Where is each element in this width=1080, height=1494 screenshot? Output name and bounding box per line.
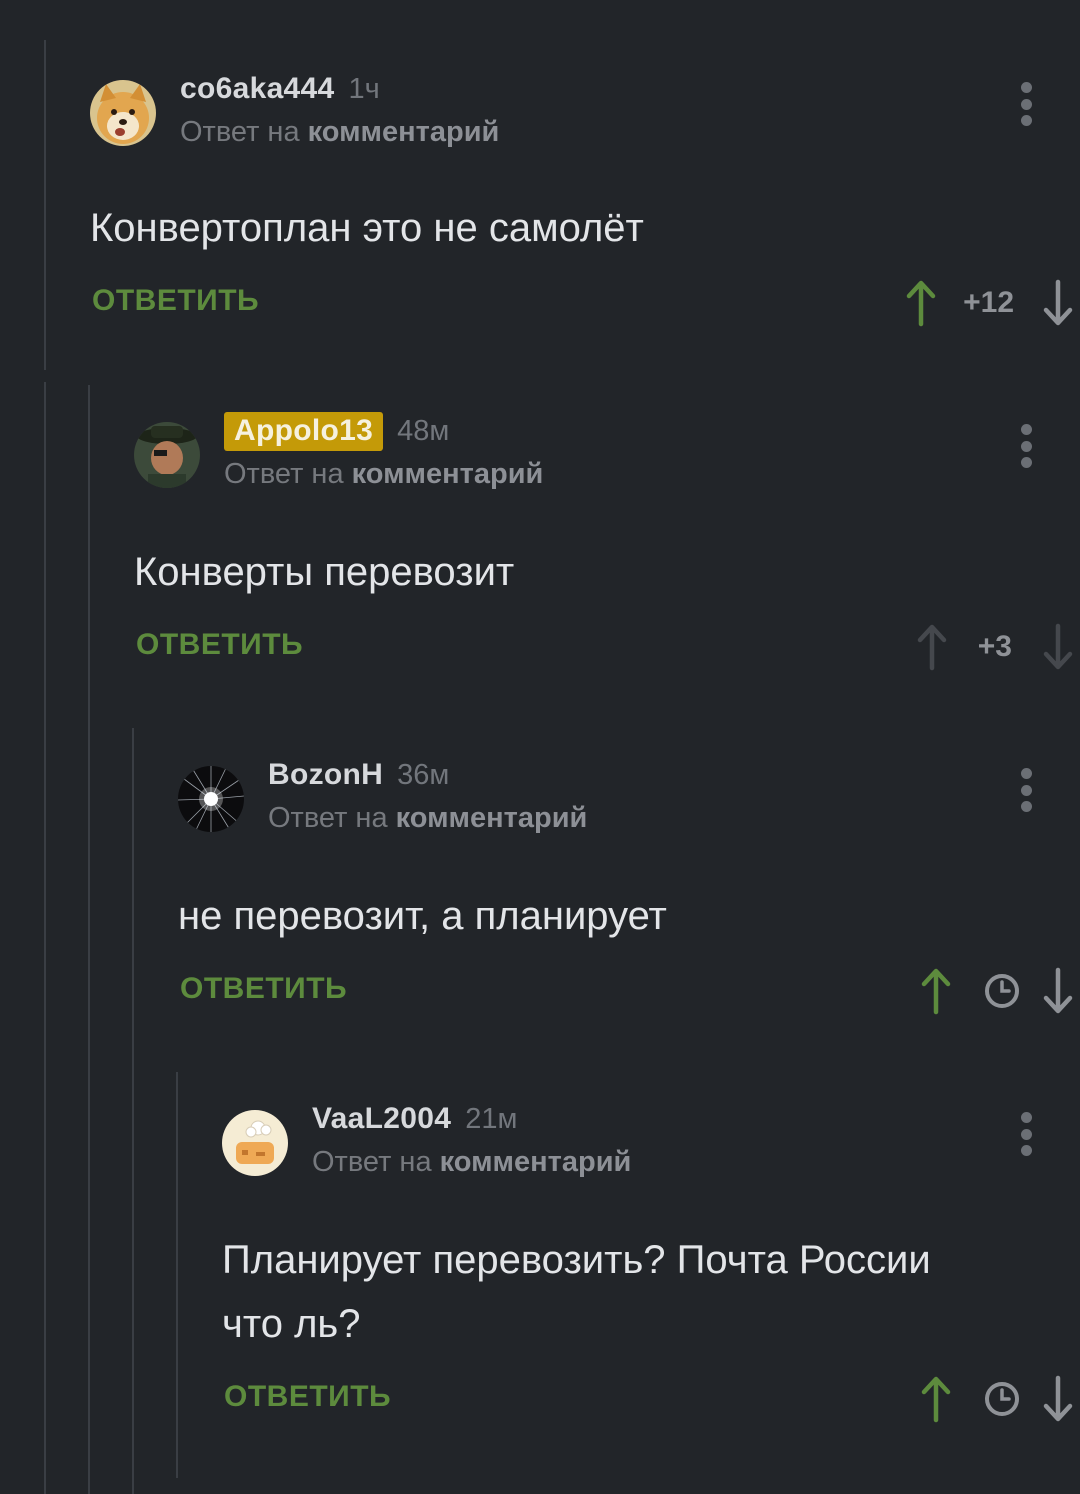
- starburst-avatar[interactable]: [178, 766, 244, 832]
- clock-icon: [985, 1382, 1019, 1416]
- cartoon-avatar[interactable]: [222, 1110, 288, 1176]
- comment-time: 36м: [397, 758, 450, 791]
- reply-to-link[interactable]: комментарий: [396, 802, 588, 834]
- upvote-arrow-icon[interactable]: [916, 1374, 956, 1424]
- reply-button[interactable]: ОТВЕТИТЬ: [180, 972, 347, 1006]
- comment-text-line: что ль?: [222, 1302, 361, 1346]
- comment: Appolo13 48м Ответ на комментарий Конвер…: [134, 411, 1080, 684]
- more-options-icon[interactable]: [1016, 82, 1036, 126]
- downvote-arrow-icon[interactable]: [1038, 1374, 1078, 1424]
- thread-line-level-1: [44, 382, 46, 1494]
- downvote-arrow-icon[interactable]: [1038, 966, 1078, 1016]
- more-options-icon[interactable]: [1016, 1112, 1036, 1156]
- comment-text: Конвертоплан это не самолёт: [90, 206, 644, 250]
- downvote-arrow-icon[interactable]: [1038, 278, 1078, 328]
- comment-time: 1ч: [348, 72, 380, 105]
- reply-button[interactable]: ОТВЕТИТЬ: [92, 284, 259, 318]
- comment-time: 21м: [465, 1102, 518, 1135]
- thread-line-level-4: [176, 1072, 178, 1478]
- comment-text: не перевозит, а планирует: [178, 894, 667, 938]
- upvote-arrow-icon[interactable]: [901, 278, 941, 328]
- comment: VaaL2004 21м Ответ на комментарий Планир…: [222, 1102, 1080, 1432]
- reply-to-line: Ответ на комментарий: [224, 458, 544, 490]
- username-badge[interactable]: Appolo13: [224, 411, 384, 451]
- doge-avatar[interactable]: [90, 80, 156, 146]
- reply-to-link[interactable]: комментарий: [352, 458, 544, 490]
- reply-to-line: Ответ на комментарий: [312, 1146, 632, 1178]
- reply-to-link[interactable]: комментарий: [308, 116, 500, 148]
- hat-man-avatar[interactable]: [134, 422, 200, 488]
- thread-line-level-2: [88, 385, 90, 1494]
- reply-to-link[interactable]: комментарий: [440, 1146, 632, 1178]
- upvote-arrow-icon[interactable]: [912, 622, 952, 672]
- comment: BozonH 36м Ответ на комментарий не перев…: [178, 758, 1080, 1028]
- more-options-icon[interactable]: [1016, 768, 1036, 812]
- reply-button[interactable]: ОТВЕТИТЬ: [224, 1380, 391, 1414]
- comment-text: Конверты перевозит: [134, 550, 515, 594]
- reply-to-line: Ответ на комментарий: [268, 802, 588, 834]
- username[interactable]: VaaL2004: [312, 1102, 451, 1136]
- comment-text-line: Планирует перевозить? Почта России: [222, 1238, 931, 1282]
- comment: co6aka444 1ч Ответ на комментарий Конвер…: [90, 72, 1080, 342]
- username[interactable]: BozonH: [268, 758, 383, 792]
- reply-button[interactable]: ОТВЕТИТЬ: [136, 628, 303, 662]
- reply-to-line: Ответ на комментарий: [180, 116, 500, 148]
- thread-line-level-1: [44, 40, 46, 370]
- comment-text: Планирует перевозить? Почта России что л…: [222, 1228, 931, 1356]
- clock-icon: [985, 974, 1019, 1008]
- upvote-arrow-icon[interactable]: [916, 966, 956, 1016]
- more-options-icon[interactable]: [1016, 424, 1036, 468]
- comment-time: 48м: [397, 414, 450, 447]
- thread-line-level-3: [132, 728, 134, 1494]
- vote-score: +3: [977, 630, 1012, 663]
- username[interactable]: co6aka444: [180, 72, 335, 106]
- downvote-arrow-icon[interactable]: [1038, 622, 1078, 672]
- vote-score: +12: [963, 286, 1014, 319]
